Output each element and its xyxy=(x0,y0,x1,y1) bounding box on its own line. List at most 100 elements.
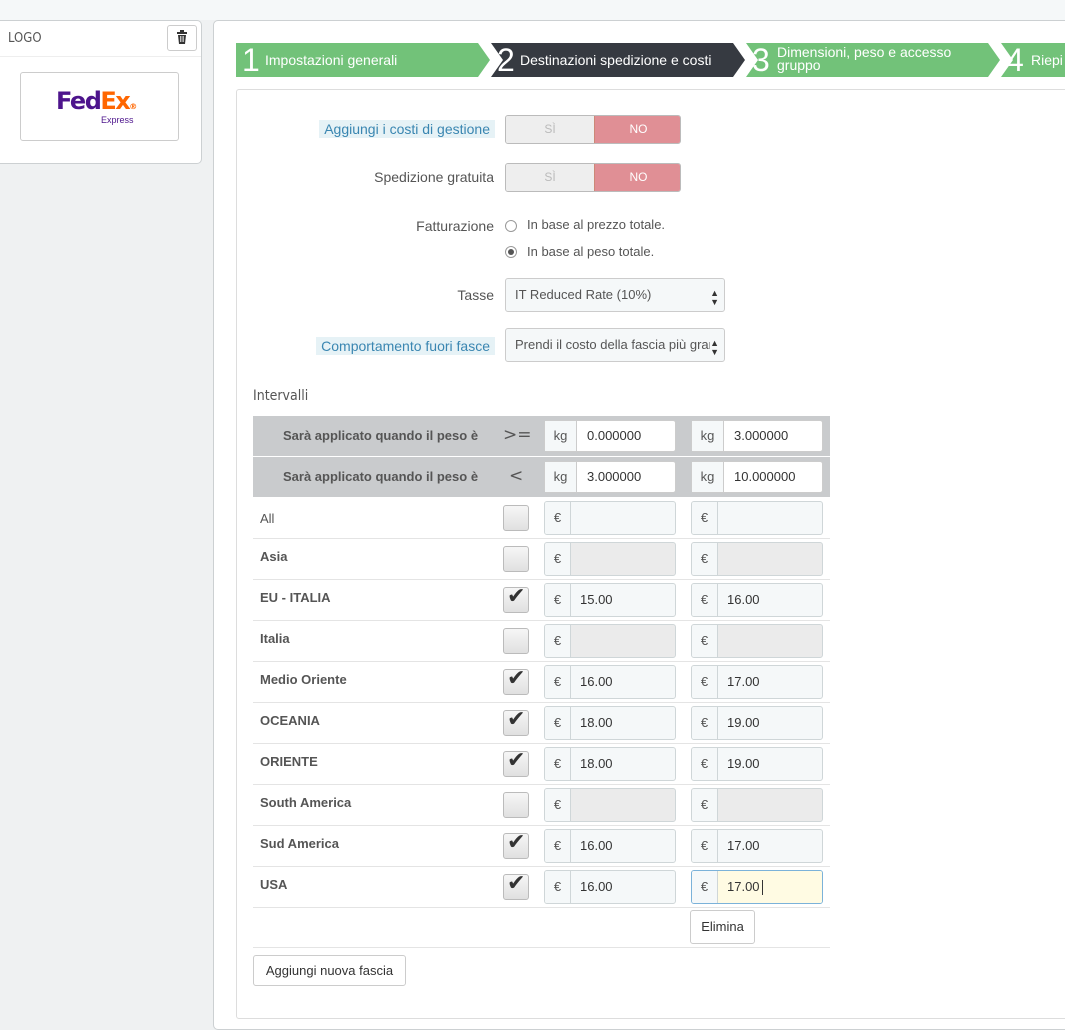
zone-checkbox[interactable] xyxy=(503,546,529,572)
currency-symbol: € xyxy=(692,789,718,821)
zone-checkbox[interactable] xyxy=(503,628,529,654)
zone-price-input[interactable]: €18.00 xyxy=(544,747,676,781)
currency-symbol: € xyxy=(545,625,571,657)
zone-price-input[interactable]: € xyxy=(544,624,676,658)
zone-checkbox[interactable] xyxy=(503,792,529,818)
free-shipping-switch[interactable]: SÌ NO xyxy=(505,163,681,192)
delete-logo-button[interactable] xyxy=(167,25,197,51)
range-to-input-2[interactable]: kg 10.000000 xyxy=(691,461,823,493)
zone-name: All xyxy=(260,511,275,526)
billing-radio-price[interactable] xyxy=(505,220,517,232)
range-from-operator: >= xyxy=(503,425,532,445)
zone-price-value: 17.00 xyxy=(727,879,760,894)
zone-checkbox[interactable]: ✔ xyxy=(503,666,529,695)
zone-price-input[interactable]: €19.00 xyxy=(691,747,823,781)
zone-price-value: 19.00 xyxy=(727,756,760,771)
zone-price-input[interactable]: €18.00 xyxy=(544,706,676,740)
zone-price-input[interactable]: €19.00 xyxy=(691,706,823,740)
out-of-range-label: Comportamento fuori fasce xyxy=(316,337,495,355)
range-from-input-1[interactable]: kg 0.000000 xyxy=(544,420,676,452)
carrier-logo: FedEx® Express xyxy=(20,72,179,141)
free-shipping-no[interactable]: NO xyxy=(594,164,680,191)
zone-price-input[interactable]: €17.00 xyxy=(691,665,823,699)
handling-costs-label: Aggiungi i costi di gestione xyxy=(319,120,495,138)
currency-symbol: € xyxy=(692,584,718,616)
out-of-range-select-value: Prendi il costo della fascia più grande xyxy=(515,337,711,352)
currency-symbol: € xyxy=(545,666,571,698)
zone-name: OCEANIA xyxy=(260,713,320,728)
zone-checkbox[interactable]: ✔ xyxy=(503,584,529,613)
billing-label: Fatturazione xyxy=(416,218,494,234)
add-range-button[interactable]: Aggiungi nuova fascia xyxy=(253,955,406,986)
zone-price-value: 16.00 xyxy=(580,879,613,894)
currency-symbol: € xyxy=(692,625,718,657)
currency-symbol: € xyxy=(692,748,718,780)
text-cursor xyxy=(762,880,763,895)
zone-checkbox[interactable]: ✔ xyxy=(503,748,529,777)
check-icon: ✔ xyxy=(507,871,526,896)
currency-symbol: € xyxy=(692,666,718,698)
billing-option-price[interactable]: In base al prezzo totale. xyxy=(527,217,665,232)
zone-price-input[interactable]: €16.00 xyxy=(544,870,676,904)
logo-panel-header: LOGO xyxy=(0,21,201,57)
range-to-input-1[interactable]: kg 3.000000 xyxy=(544,461,676,493)
zone-checkbox[interactable]: ✔ xyxy=(503,871,529,900)
zone-price-input[interactable]: €17.00 xyxy=(691,870,823,904)
currency-symbol: € xyxy=(545,748,571,780)
zone-price-input[interactable]: €17.00 xyxy=(691,829,823,863)
handling-costs-switch[interactable]: SÌ NO xyxy=(505,115,681,144)
zone-price-input[interactable]: € xyxy=(544,501,676,535)
free-shipping-yes[interactable]: SÌ xyxy=(506,164,594,191)
range-to-operator: < xyxy=(509,466,524,486)
zone-price-input[interactable]: €16.00 xyxy=(691,583,823,617)
wizard-step-3[interactable]: 3 Dimensioni, peso e accesso gruppo xyxy=(746,43,988,77)
logo-panel: LOGO FedEx® Express xyxy=(0,20,202,164)
handling-costs-no[interactable]: NO xyxy=(594,116,680,143)
wizard-step-2[interactable]: 2 Destinazioni spedizione e costi xyxy=(491,43,733,77)
zone-price-value: 18.00 xyxy=(580,756,613,771)
zone-price-input[interactable]: € xyxy=(544,788,676,822)
out-of-range-select[interactable]: Prendi il costo della fascia più grande … xyxy=(505,328,725,362)
wizard-step-4[interactable]: 4 Riepi xyxy=(1001,43,1065,77)
range-from-input-2[interactable]: kg 3.000000 xyxy=(691,420,823,452)
zone-price-input[interactable]: € xyxy=(691,501,823,535)
currency-symbol: € xyxy=(545,707,571,739)
tax-select[interactable]: IT Reduced Rate (10%) ▲ ▼ xyxy=(505,278,725,312)
zone-checkbox[interactable] xyxy=(503,505,529,531)
zone-checkbox[interactable]: ✔ xyxy=(503,707,529,736)
wizard-steps: 1 Impostazioni generali 2 Destinazioni s… xyxy=(236,43,1065,77)
zone-checkbox[interactable]: ✔ xyxy=(503,830,529,859)
currency-symbol: € xyxy=(545,789,571,821)
currency-symbol: € xyxy=(692,871,718,903)
fedex-logo-subtext: Express xyxy=(101,115,134,125)
wizard-step-1[interactable]: 1 Impostazioni generali xyxy=(236,43,478,77)
zone-price-input[interactable]: € xyxy=(691,542,823,576)
zone-name: ORIENTE xyxy=(260,754,318,769)
check-icon: ✔ xyxy=(507,666,526,691)
ranges-title: Intervalli xyxy=(253,388,309,404)
currency-symbol: € xyxy=(692,543,718,575)
zone-price-input[interactable]: €16.00 xyxy=(544,829,676,863)
currency-symbol: € xyxy=(545,502,571,534)
billing-option-weight[interactable]: In base al peso totale. xyxy=(527,244,654,259)
zone-price-value: 17.00 xyxy=(727,674,760,689)
currency-symbol: € xyxy=(545,543,571,575)
zone-price-input[interactable]: € xyxy=(691,788,823,822)
check-icon: ✔ xyxy=(507,830,526,855)
currency-symbol: € xyxy=(692,707,718,739)
zone-name: South America xyxy=(260,795,352,810)
check-icon: ✔ xyxy=(507,748,526,773)
handling-costs-yes[interactable]: SÌ xyxy=(506,116,594,143)
zone-price-input[interactable]: €16.00 xyxy=(544,665,676,699)
top-strip xyxy=(0,0,1065,20)
currency-symbol: € xyxy=(545,871,571,903)
currency-symbol: € xyxy=(692,830,718,862)
zone-price-input[interactable]: €15.00 xyxy=(544,583,676,617)
logo-panel-title: LOGO xyxy=(8,31,42,46)
zone-name: Sud America xyxy=(260,836,339,851)
delete-range-button[interactable]: Elimina xyxy=(690,910,755,944)
zone-price-input[interactable]: € xyxy=(691,624,823,658)
divider xyxy=(253,947,830,948)
billing-radio-weight[interactable] xyxy=(505,246,517,258)
zone-price-input[interactable]: € xyxy=(544,542,676,576)
